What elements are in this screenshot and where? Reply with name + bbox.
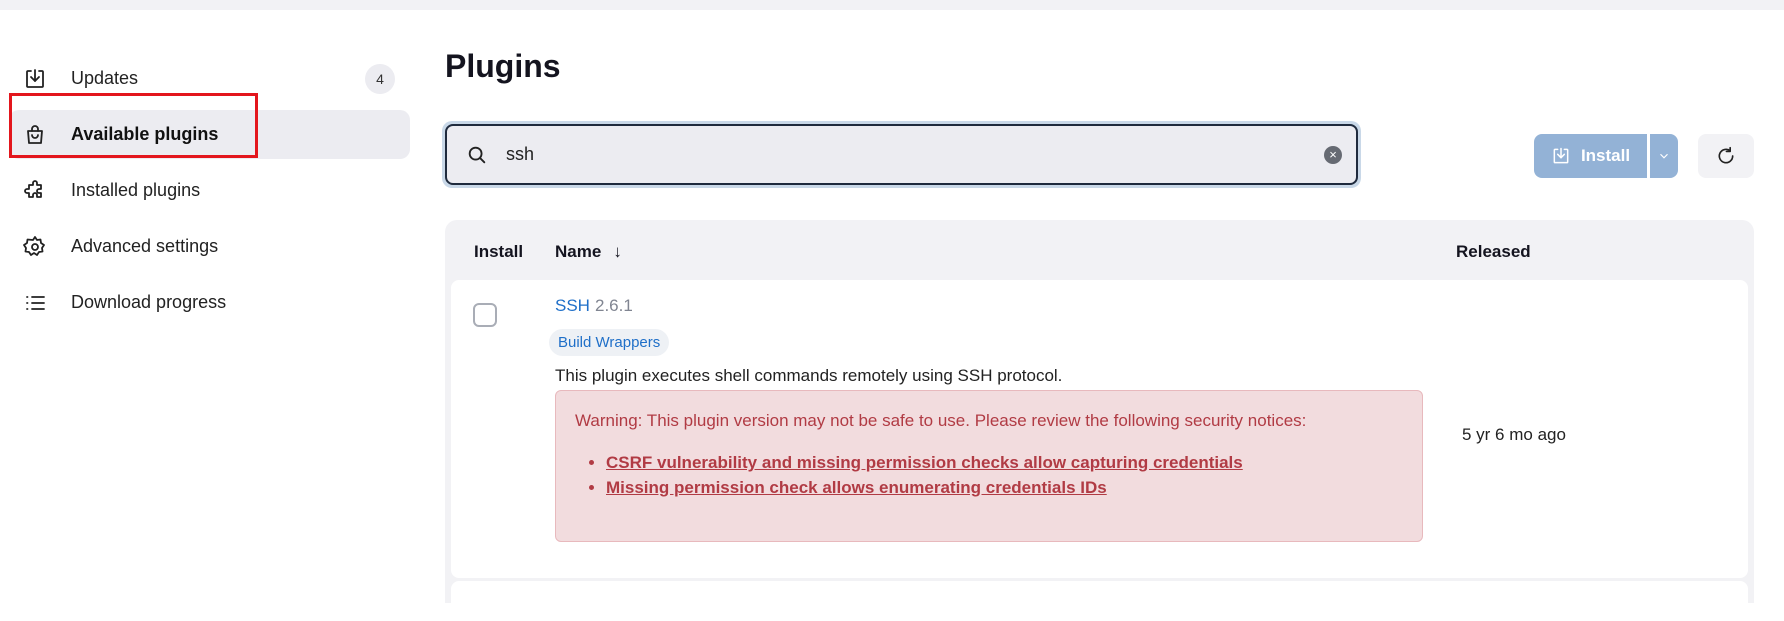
column-header-released: Released (1456, 242, 1531, 261)
list-icon (22, 290, 48, 316)
puzzle-icon (22, 178, 48, 204)
sidebar-item-label: Updates (71, 68, 139, 88)
search-box: × (442, 121, 1361, 188)
gear-icon (22, 234, 48, 260)
table-row: SSH 2.6.1 Build Wrappers This plugin exe… (451, 280, 1748, 578)
download-icon (22, 66, 48, 92)
table-row (451, 581, 1748, 621)
column-header-name[interactable]: Name ↓ (555, 242, 622, 262)
sidebar: Updates 4 Available plugins Installed pl… (9, 54, 410, 334)
column-header-install: Install (474, 242, 524, 261)
sidebar-item-installed-plugins[interactable]: Installed plugins (9, 166, 410, 215)
sidebar-item-available-plugins[interactable]: Available plugins (9, 110, 410, 159)
top-bar (0, 0, 1784, 10)
security-notice-link[interactable]: CSRF vulnerability and missing permissio… (606, 453, 1243, 472)
sidebar-item-label: Download progress (71, 292, 227, 312)
released-date: 5 yr 6 mo ago (1462, 425, 1566, 444)
refresh-button[interactable] (1698, 134, 1754, 178)
install-options-dropdown[interactable] (1650, 134, 1678, 178)
install-button[interactable]: Install (1534, 134, 1647, 178)
sidebar-item-label: Installed plugins (71, 180, 201, 200)
plugin-version: 2.6.1 (595, 296, 633, 315)
install-checkbox[interactable] (473, 303, 497, 327)
security-notice-link[interactable]: Missing permission check allows enumerat… (606, 478, 1107, 497)
updates-count-badge: 4 (365, 63, 395, 94)
sort-arrow-icon: ↓ (613, 242, 622, 261)
column-header-name-label: Name (555, 242, 602, 261)
list-item: Missing permission check allows enumerat… (606, 478, 1243, 498)
shopping-bag-icon (22, 122, 48, 148)
sidebar-item-advanced-settings[interactable]: Advanced settings (9, 222, 410, 271)
plugins-table: Install Name ↓ Released SSH 2.6.1 Build W… (445, 220, 1754, 621)
chevron-down-icon (1660, 153, 1668, 159)
page-title: Plugins (445, 48, 561, 84)
list-item: CSRF vulnerability and missing permissio… (606, 453, 1243, 473)
plugin-name-link[interactable]: SSH (555, 296, 590, 316)
sidebar-item-updates[interactable]: Updates 4 (9, 54, 410, 103)
sidebar-item-label: Available plugins (71, 124, 219, 144)
plugin-description: This plugin executes shell commands remo… (555, 366, 1063, 385)
category-tag[interactable]: Build Wrappers (549, 329, 670, 356)
sidebar-item-download-progress[interactable]: Download progress (9, 278, 410, 327)
download-icon (1553, 147, 1569, 164)
clear-search-icon[interactable]: × (1324, 145, 1342, 164)
security-warning-text: Warning: This plugin version may not be … (575, 411, 1307, 430)
refresh-icon (1718, 146, 1734, 164)
sidebar-item-label: Advanced settings (71, 236, 219, 256)
search-field: × (445, 124, 1358, 185)
security-warning: Warning: This plugin version may not be … (555, 390, 1423, 542)
install-button-label: Install (1580, 146, 1631, 165)
security-notice-list: CSRF vulnerability and missing permissio… (575, 453, 1243, 503)
search-icon (466, 143, 490, 167)
search-input[interactable] (504, 143, 1288, 166)
